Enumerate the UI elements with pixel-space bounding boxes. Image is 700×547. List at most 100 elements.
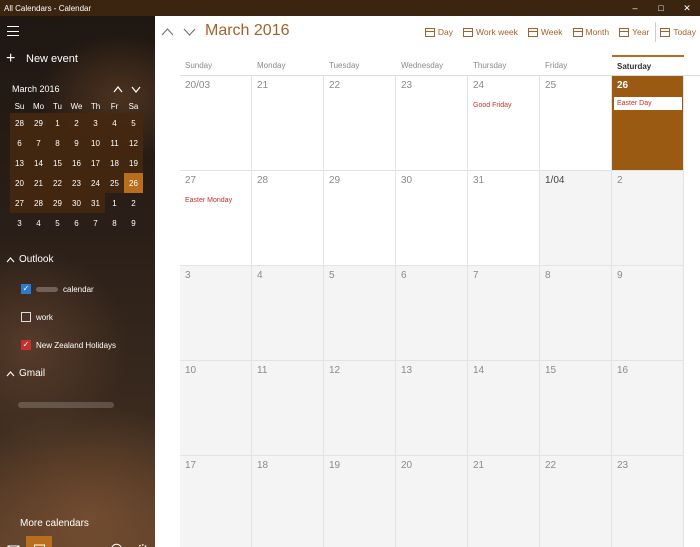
mini-day[interactable]: 18	[105, 153, 124, 173]
day-cell[interactable]: 6	[396, 266, 468, 361]
gmail-section-header[interactable]: Gmail	[6, 368, 45, 379]
day-cell[interactable]: 14	[468, 361, 540, 456]
mini-day[interactable]: 10	[86, 133, 105, 153]
day-cell[interactable]: 17	[180, 456, 252, 547]
mini-day[interactable]: 7	[29, 133, 48, 153]
mini-day[interactable]: 22	[48, 173, 67, 193]
mini-calendar-next-button[interactable]	[130, 83, 142, 95]
checkbox-checked[interactable]: ✓	[21, 340, 31, 350]
mini-day[interactable]: 14	[29, 153, 48, 173]
outlook-section-header[interactable]: Outlook	[6, 254, 53, 265]
mini-calendar-title[interactable]: March 2016	[12, 84, 106, 94]
day-cell[interactable]: 2	[612, 171, 684, 266]
event-good-friday[interactable]: Good Friday	[473, 102, 512, 109]
mini-day[interactable]: 29	[48, 193, 67, 213]
mini-day[interactable]: 28	[29, 193, 48, 213]
work-week-view-button[interactable]: Work week	[463, 27, 518, 37]
month-view-button[interactable]: Month	[572, 27, 609, 37]
mini-day[interactable]: 15	[48, 153, 67, 173]
day-view-button[interactable]: Day	[424, 27, 453, 37]
mini-day[interactable]: 28	[10, 113, 29, 133]
day-cell[interactable]: 27 Easter Monday	[180, 171, 252, 266]
month-title[interactable]: March 2016	[205, 22, 290, 40]
today-button[interactable]: Today	[660, 27, 696, 37]
calendar-item-work[interactable]: work	[21, 312, 53, 322]
mail-icon[interactable]	[0, 536, 26, 547]
day-cell[interactable]: 7	[468, 266, 540, 361]
mini-day[interactable]: 17	[86, 153, 105, 173]
mini-day-selected[interactable]: 26	[124, 173, 143, 193]
day-cell[interactable]: 8	[540, 266, 612, 361]
day-cell[interactable]: 21	[468, 456, 540, 547]
mini-day[interactable]: 9	[67, 133, 86, 153]
event-easter-monday[interactable]: Easter Monday	[185, 197, 232, 204]
mini-day[interactable]: 24	[86, 173, 105, 193]
calendar-item-nz-holidays[interactable]: ✓ New Zealand Holidays	[21, 340, 116, 350]
day-cell[interactable]: 16	[612, 361, 684, 456]
day-cell[interactable]: 18	[252, 456, 324, 547]
mini-day[interactable]: 8	[48, 133, 67, 153]
mini-day[interactable]: 7	[86, 213, 105, 233]
day-cell[interactable]: 24 Good Friday	[468, 76, 540, 171]
maximize-button[interactable]: □	[648, 0, 674, 16]
day-cell[interactable]: 21	[252, 76, 324, 171]
mini-day[interactable]: 6	[67, 213, 86, 233]
minimize-button[interactable]: –	[622, 0, 648, 16]
mini-day[interactable]: 3	[10, 213, 29, 233]
mini-day[interactable]: 3	[86, 113, 105, 133]
day-cell[interactable]: 5	[324, 266, 396, 361]
day-cell[interactable]: 23	[396, 76, 468, 171]
day-cell[interactable]: 15	[540, 361, 612, 456]
mini-day[interactable]: 31	[86, 193, 105, 213]
day-cell[interactable]: 4	[252, 266, 324, 361]
mini-day[interactable]: 25	[105, 173, 124, 193]
mini-day[interactable]: 6	[10, 133, 29, 153]
day-cell[interactable]: 10	[180, 361, 252, 456]
year-view-button[interactable]: Year	[619, 27, 649, 37]
mini-day[interactable]: 21	[29, 173, 48, 193]
day-cell[interactable]: 12	[324, 361, 396, 456]
mini-day[interactable]: 9	[124, 213, 143, 233]
mini-day[interactable]: 30	[67, 193, 86, 213]
mini-day[interactable]: 19	[124, 153, 143, 173]
mini-day[interactable]: 29	[29, 113, 48, 133]
day-cell[interactable]: 3	[180, 266, 252, 361]
mini-day[interactable]: 16	[67, 153, 86, 173]
checkbox-checked[interactable]: ✓	[21, 284, 31, 294]
mini-day[interactable]: 23	[67, 173, 86, 193]
mini-day[interactable]: 20	[10, 173, 29, 193]
mini-day[interactable]: 5	[48, 213, 67, 233]
smiley-icon[interactable]	[103, 536, 129, 547]
mini-day[interactable]: 4	[29, 213, 48, 233]
day-cell-today[interactable]: 26 Easter Day	[612, 76, 684, 171]
mini-calendar-previous-button[interactable]	[112, 83, 124, 95]
mini-day[interactable]: 2	[67, 113, 86, 133]
more-calendars-link[interactable]: More calendars	[20, 518, 89, 529]
mini-day[interactable]: 1	[105, 193, 124, 213]
day-cell[interactable]: 11	[252, 361, 324, 456]
calendar-icon[interactable]	[26, 536, 52, 547]
day-cell[interactable]: 25	[540, 76, 612, 171]
mini-day[interactable]: 12	[124, 133, 143, 153]
day-cell[interactable]: 29	[324, 171, 396, 266]
checkbox-unchecked[interactable]	[21, 312, 31, 322]
day-cell[interactable]: 20	[396, 456, 468, 547]
mini-day[interactable]: 4	[105, 113, 124, 133]
day-cell[interactable]: 9	[612, 266, 684, 361]
gear-icon[interactable]	[129, 536, 155, 547]
mini-day[interactable]: 1	[48, 113, 67, 133]
day-cell[interactable]: 13	[396, 361, 468, 456]
mini-day[interactable]: 2	[124, 193, 143, 213]
mini-day[interactable]: 27	[10, 193, 29, 213]
close-button[interactable]: ✕	[674, 0, 700, 16]
mini-day[interactable]: 13	[10, 153, 29, 173]
day-cell[interactable]: 22	[540, 456, 612, 547]
week-view-button[interactable]: Week	[527, 27, 563, 37]
day-cell[interactable]: 20/03	[180, 76, 252, 171]
mini-day[interactable]: 11	[105, 133, 124, 153]
day-cell[interactable]: 28	[252, 171, 324, 266]
day-cell[interactable]: 31	[468, 171, 540, 266]
hamburger-menu-icon[interactable]	[7, 26, 19, 36]
new-event-button[interactable]: + New event	[6, 51, 78, 67]
day-cell[interactable]: 1/04	[540, 171, 612, 266]
